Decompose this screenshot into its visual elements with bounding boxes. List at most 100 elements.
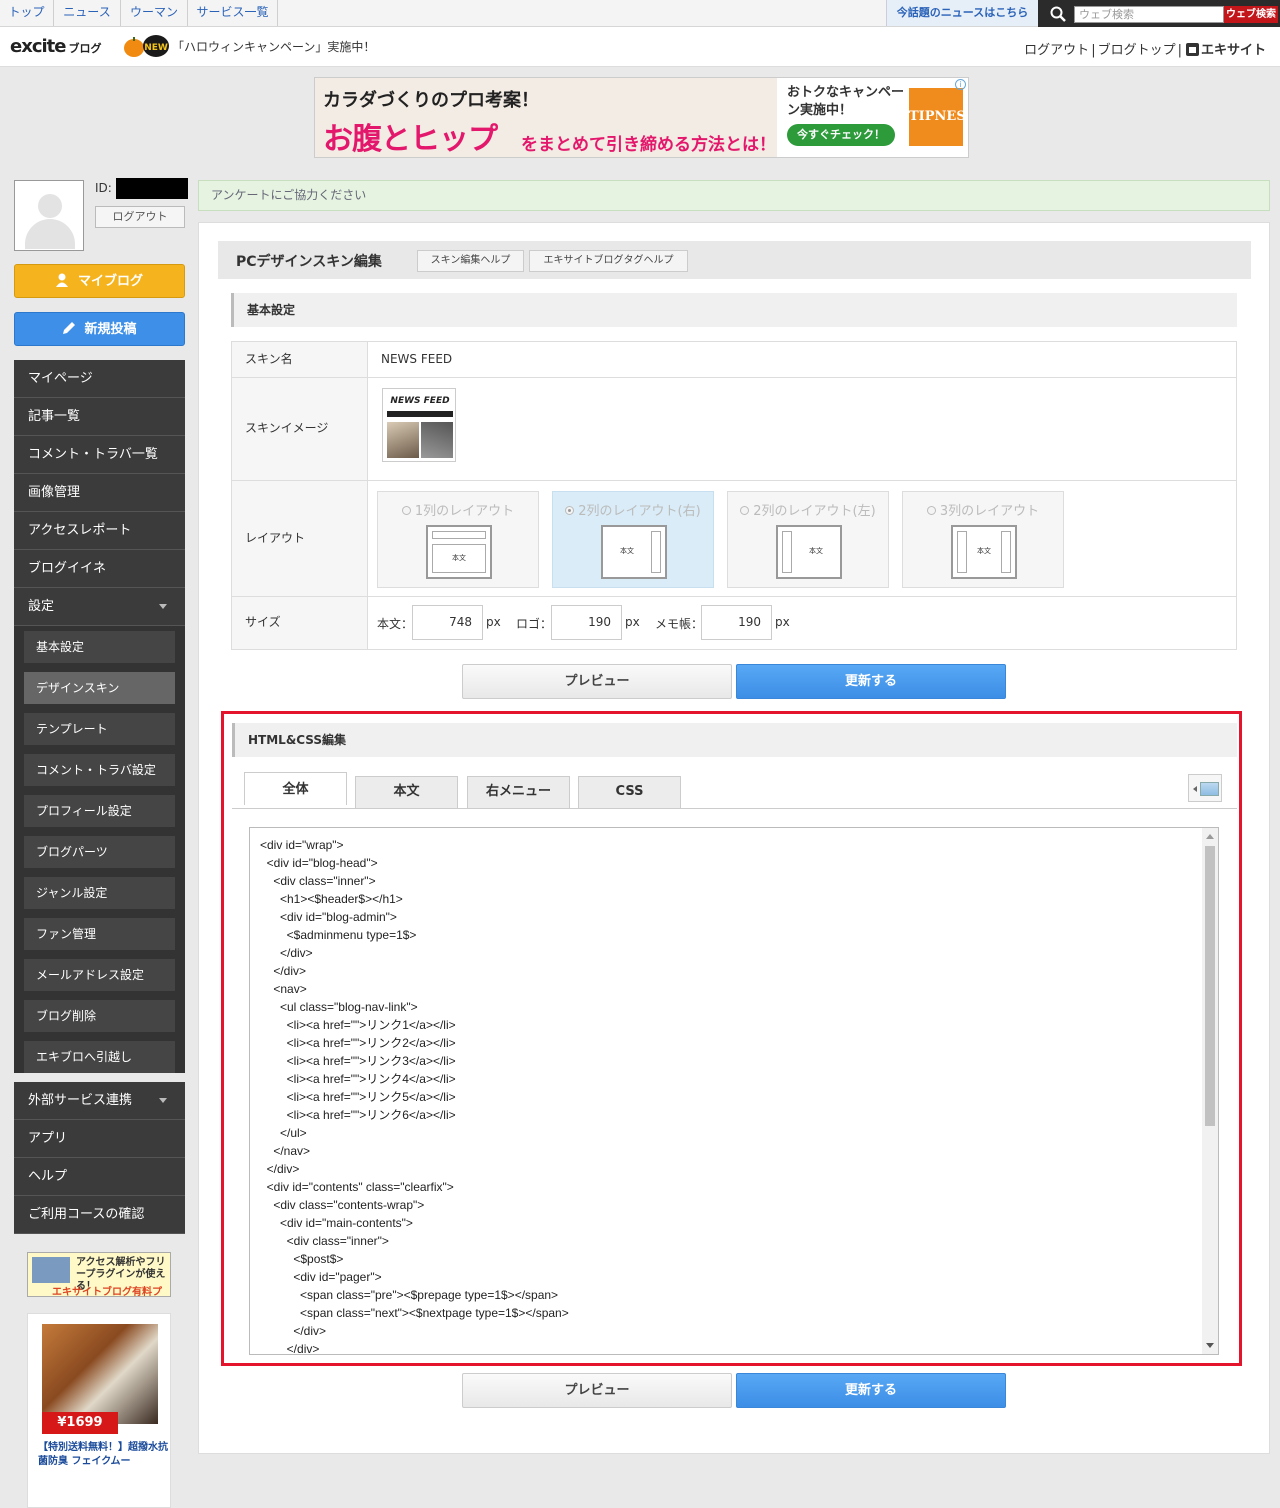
new-post-button[interactable]: 新規投稿	[14, 312, 185, 346]
pencil-icon	[63, 322, 76, 334]
update-button-bottom[interactable]: 更新する	[736, 1373, 1006, 1408]
layout-row: レイアウト 1列のレイアウト 本文 2列のレイアウト(右) 本文 2列のレイアウ…	[232, 481, 1236, 597]
tab-css[interactable]: CSS	[578, 776, 681, 808]
radio-icon	[740, 506, 750, 515]
layout-option-3col[interactable]: 3列のレイアウト 本文	[902, 491, 1064, 588]
preview-button[interactable]: プレビュー	[462, 664, 732, 699]
basic-settings-heading: 基本設定	[231, 293, 1237, 327]
code-content[interactable]: <div id="wrap"> <div id="blog-head"> <di…	[260, 836, 569, 1354]
layout-option-2col-right[interactable]: 2列のレイアウト(右) 本文	[552, 491, 714, 588]
shoe-ad[interactable]: ¥1699 【特別送料無料！】超撥水抗菌防臭 フェイクムー	[27, 1313, 171, 1508]
submenu-genre-settings[interactable]: ジャンル設定	[24, 877, 175, 909]
preview-button-bottom[interactable]: プレビュー	[462, 1373, 732, 1408]
memo-width-input[interactable]: 190	[701, 605, 772, 640]
radio-icon	[401, 506, 411, 515]
radio-icon	[926, 506, 936, 515]
header-logout-link[interactable]: ログアウト	[1024, 43, 1089, 58]
halloween-pumpkin-icon: NEW	[124, 35, 169, 57]
nav-news-link[interactable]: ニュース	[54, 0, 121, 26]
submenu-email-settings[interactable]: メールアドレス設定	[24, 959, 175, 991]
submenu-blog-parts[interactable]: ブログパーツ	[24, 836, 175, 868]
sidebar-item-help[interactable]: ヘルプ	[14, 1158, 185, 1196]
bottom-action-row: プレビュー 更新する	[462, 1373, 1006, 1408]
sidebar-item-comments[interactable]: コメント・トラバ一覧	[14, 436, 185, 474]
sidebar-item-external-services[interactable]: 外部サービス連携	[14, 1082, 185, 1120]
excite-home-link[interactable]: エキサイト	[1201, 43, 1266, 58]
sidebar-item-settings[interactable]: 設定	[14, 588, 185, 626]
chevron-down-icon	[159, 1098, 167, 1103]
search-bar: ウェブ検索 ウェブ検索	[1038, 0, 1280, 27]
ad-brand-logo: TIPNESS	[909, 88, 968, 146]
nav-woman-link[interactable]: ウーマン	[121, 0, 188, 26]
submenu-basic-settings[interactable]: 基本設定	[24, 631, 175, 663]
home-icon	[1185, 43, 1199, 56]
sidebar-menu: マイページ 記事一覧 コメント・トラバ一覧 画像管理 アクセスレポート ブログイ…	[14, 360, 185, 1234]
skin-name-value: NEWS FEED	[381, 352, 453, 366]
search-icon	[1050, 6, 1066, 22]
layout-option-1col[interactable]: 1列のレイアウト 本文	[377, 491, 539, 588]
scroll-down-icon	[1206, 1343, 1214, 1348]
update-button[interactable]: 更新する	[736, 664, 1006, 699]
web-search-button[interactable]: ウェブ検索	[1224, 6, 1278, 23]
radio-icon	[565, 506, 575, 515]
submenu-delete-blog[interactable]: ブログ削除	[24, 1000, 175, 1032]
svg-text:NEW: NEW	[144, 43, 168, 53]
skin-thumbnail: NEWS FEED	[382, 388, 456, 462]
site-header: excite ブログ NEW 「ハロウィンキャンペーン」実施中！ ログアウト | ブロ…	[0, 27, 1280, 67]
page-title: PCデザインスキン編集	[236, 254, 382, 270]
image-insert-icon[interactable]	[1188, 774, 1222, 802]
scroll-up-icon	[1206, 834, 1214, 839]
sidebar-logout-button[interactable]: ログアウト	[95, 206, 185, 228]
size-row: サイズ 本文： 748 px ロゴ： 190 px メモ帳： 190 px	[232, 597, 1236, 649]
user-id-redacted	[116, 178, 188, 199]
sidebar-item-access-report[interactable]: アクセスレポート	[14, 512, 185, 550]
skin-help-button[interactable]: スキン編集ヘルプ	[417, 250, 524, 272]
survey-banner[interactable]: アンケートにご協力ください	[198, 180, 1270, 211]
sidebar-item-plan[interactable]: ご利用コースの確認	[14, 1196, 185, 1234]
tag-help-button[interactable]: エキサイトブログタグヘルプ	[529, 250, 688, 272]
tab-right-menu[interactable]: 右メニュー	[467, 776, 570, 808]
nav-top-link[interactable]: トップ	[0, 0, 54, 26]
basic-settings-form: スキン名 NEWS FEED スキンイメージ NEWS FEED レイアウト 1…	[231, 341, 1237, 650]
layout-option-2col-left[interactable]: 2列のレイアウト(左) 本文	[727, 491, 889, 588]
submenu-design-skin[interactable]: デザインスキン	[24, 672, 175, 704]
submenu-template[interactable]: テンプレート	[24, 713, 175, 745]
campaign-notice[interactable]: 「ハロウィンキャンペーン」実施中！	[172, 38, 375, 55]
ad-info-icon[interactable]: i	[955, 79, 966, 90]
sidebar-item-mypage[interactable]: マイページ	[14, 360, 185, 398]
ad-banner[interactable]: カラダづくりのプロ考案！ お腹とヒップ をまとめて引き締める方法とは！ おトクな…	[314, 77, 969, 158]
my-blog-button[interactable]: マイブログ	[14, 264, 185, 298]
logo-width-input[interactable]: 190	[551, 605, 622, 640]
sidebar-item-blog-iine[interactable]: ブログイイネ	[14, 550, 185, 588]
web-search-input[interactable]: ウェブ検索	[1074, 6, 1224, 23]
skin-image-row: スキンイメージ NEWS FEED	[232, 378, 1236, 481]
skin-name-row: スキン名 NEWS FEED	[232, 342, 1236, 378]
premium-plan-banner[interactable]: アクセス解析やフリープラグインが使える！ エキサイトブログ有料プラン	[27, 1252, 171, 1297]
submenu-comment-settings[interactable]: コメント・トラバ設定	[24, 754, 175, 786]
chevron-down-icon	[159, 604, 167, 609]
nav-services-link[interactable]: サービス一覧	[188, 0, 278, 26]
excite-blog-logo[interactable]: excite ブログ	[10, 36, 101, 57]
user-id-label: ID:	[95, 181, 112, 195]
header-links: ログアウト | ブログトップ | エキサイト	[1024, 43, 1266, 58]
submenu-fan-management[interactable]: ファン管理	[24, 918, 175, 950]
submenu-migrate-blog[interactable]: エキブロへ引越し	[24, 1041, 175, 1073]
body-width-input[interactable]: 748	[412, 605, 483, 640]
trending-news-link[interactable]: 今話題のニュースはこちら	[886, 0, 1038, 26]
top-action-row: プレビュー 更新する	[462, 664, 1006, 699]
user-icon	[55, 273, 68, 287]
sidebar-item-posts[interactable]: 記事一覧	[14, 398, 185, 436]
top-nav: トップ ニュース ウーマン サービス一覧 今話題のニュースはこちら ウェブ検索 …	[0, 0, 1280, 27]
code-editor[interactable]: <div id="wrap"> <div id="blog-head"> <di…	[249, 827, 1219, 1355]
editor-scrollbar[interactable]	[1202, 828, 1218, 1354]
sidebar-item-apps[interactable]: アプリ	[14, 1120, 185, 1158]
html-css-heading: HTML&CSS編集	[232, 723, 1237, 757]
blog-top-link[interactable]: ブログトップ	[1098, 43, 1176, 58]
submenu-profile-settings[interactable]: プロフィール設定	[24, 795, 175, 827]
sidebar-item-images[interactable]: 画像管理	[14, 474, 185, 512]
tab-all[interactable]: 全体	[244, 772, 347, 805]
settings-submenu: 基本設定 デザインスキン テンプレート コメント・トラバ設定 プロフィール設定 …	[14, 626, 185, 1073]
tab-body[interactable]: 本文	[355, 776, 458, 808]
ad-cta-button[interactable]: 今すぐチェック！	[787, 124, 895, 146]
avatar[interactable]	[14, 180, 84, 251]
